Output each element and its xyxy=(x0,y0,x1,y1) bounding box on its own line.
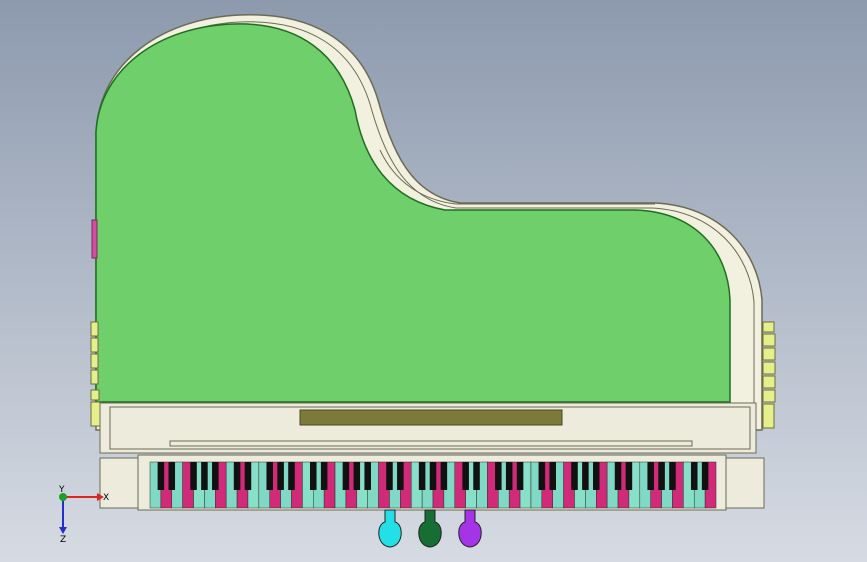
black-key[interactable] xyxy=(440,462,448,490)
black-key[interactable] xyxy=(190,462,197,490)
black-key[interactable] xyxy=(669,462,676,490)
black-key[interactable] xyxy=(495,462,502,490)
black-key[interactable] xyxy=(647,462,654,490)
black-key[interactable] xyxy=(418,462,426,490)
black-key[interactable] xyxy=(397,462,404,490)
pedal-left[interactable] xyxy=(378,509,402,548)
triad-x-label: X xyxy=(103,493,109,503)
right-cheek-block xyxy=(721,457,765,509)
black-key[interactable] xyxy=(701,462,709,490)
black-key[interactable] xyxy=(320,462,328,490)
black-key[interactable] xyxy=(625,462,633,490)
black-key[interactable] xyxy=(157,462,165,490)
black-key[interactable] xyxy=(244,462,252,490)
black-key[interactable] xyxy=(593,462,600,490)
black-key[interactable] xyxy=(658,462,665,490)
black-key[interactable] xyxy=(571,462,578,490)
black-key[interactable] xyxy=(473,462,480,490)
black-key[interactable] xyxy=(462,462,469,490)
black-key[interactable] xyxy=(364,462,371,490)
black-key[interactable] xyxy=(690,462,698,490)
pedal-middle[interactable] xyxy=(418,509,442,548)
side-tab xyxy=(91,219,98,259)
black-key[interactable] xyxy=(342,462,350,490)
black-key[interactable] xyxy=(516,462,524,490)
right-hinge-stack xyxy=(762,321,776,429)
black-key[interactable] xyxy=(277,462,284,490)
black-key[interactable] xyxy=(266,462,273,490)
pedal-right[interactable] xyxy=(458,509,482,548)
triad-y-label: Y xyxy=(58,485,65,495)
black-key[interactable] xyxy=(288,462,295,490)
black-key[interactable] xyxy=(353,462,361,490)
black-key[interactable] xyxy=(233,462,241,490)
triad-z-arrowhead xyxy=(59,527,67,534)
black-key[interactable] xyxy=(614,462,622,490)
keyboard[interactable] xyxy=(149,461,717,509)
triad-z-label: Z xyxy=(60,535,66,545)
black-key[interactable] xyxy=(582,462,589,490)
music-desk[interactable] xyxy=(299,409,563,426)
cad-viewport[interactable]: X Y Z xyxy=(0,0,867,562)
piano-lid[interactable] xyxy=(95,23,731,403)
black-key[interactable] xyxy=(201,462,208,490)
fallboard-lip xyxy=(169,440,693,447)
black-key[interactable] xyxy=(168,462,176,490)
black-key[interactable] xyxy=(549,462,556,490)
black-key[interactable] xyxy=(505,462,513,490)
piano-model-view[interactable]: X Y Z xyxy=(0,0,867,562)
black-key[interactable] xyxy=(212,462,219,490)
black-key[interactable] xyxy=(386,462,393,490)
pedal-lyre[interactable] xyxy=(378,509,482,548)
black-key[interactable] xyxy=(538,462,546,490)
black-key[interactable] xyxy=(310,462,317,490)
black-key[interactable] xyxy=(429,462,437,490)
